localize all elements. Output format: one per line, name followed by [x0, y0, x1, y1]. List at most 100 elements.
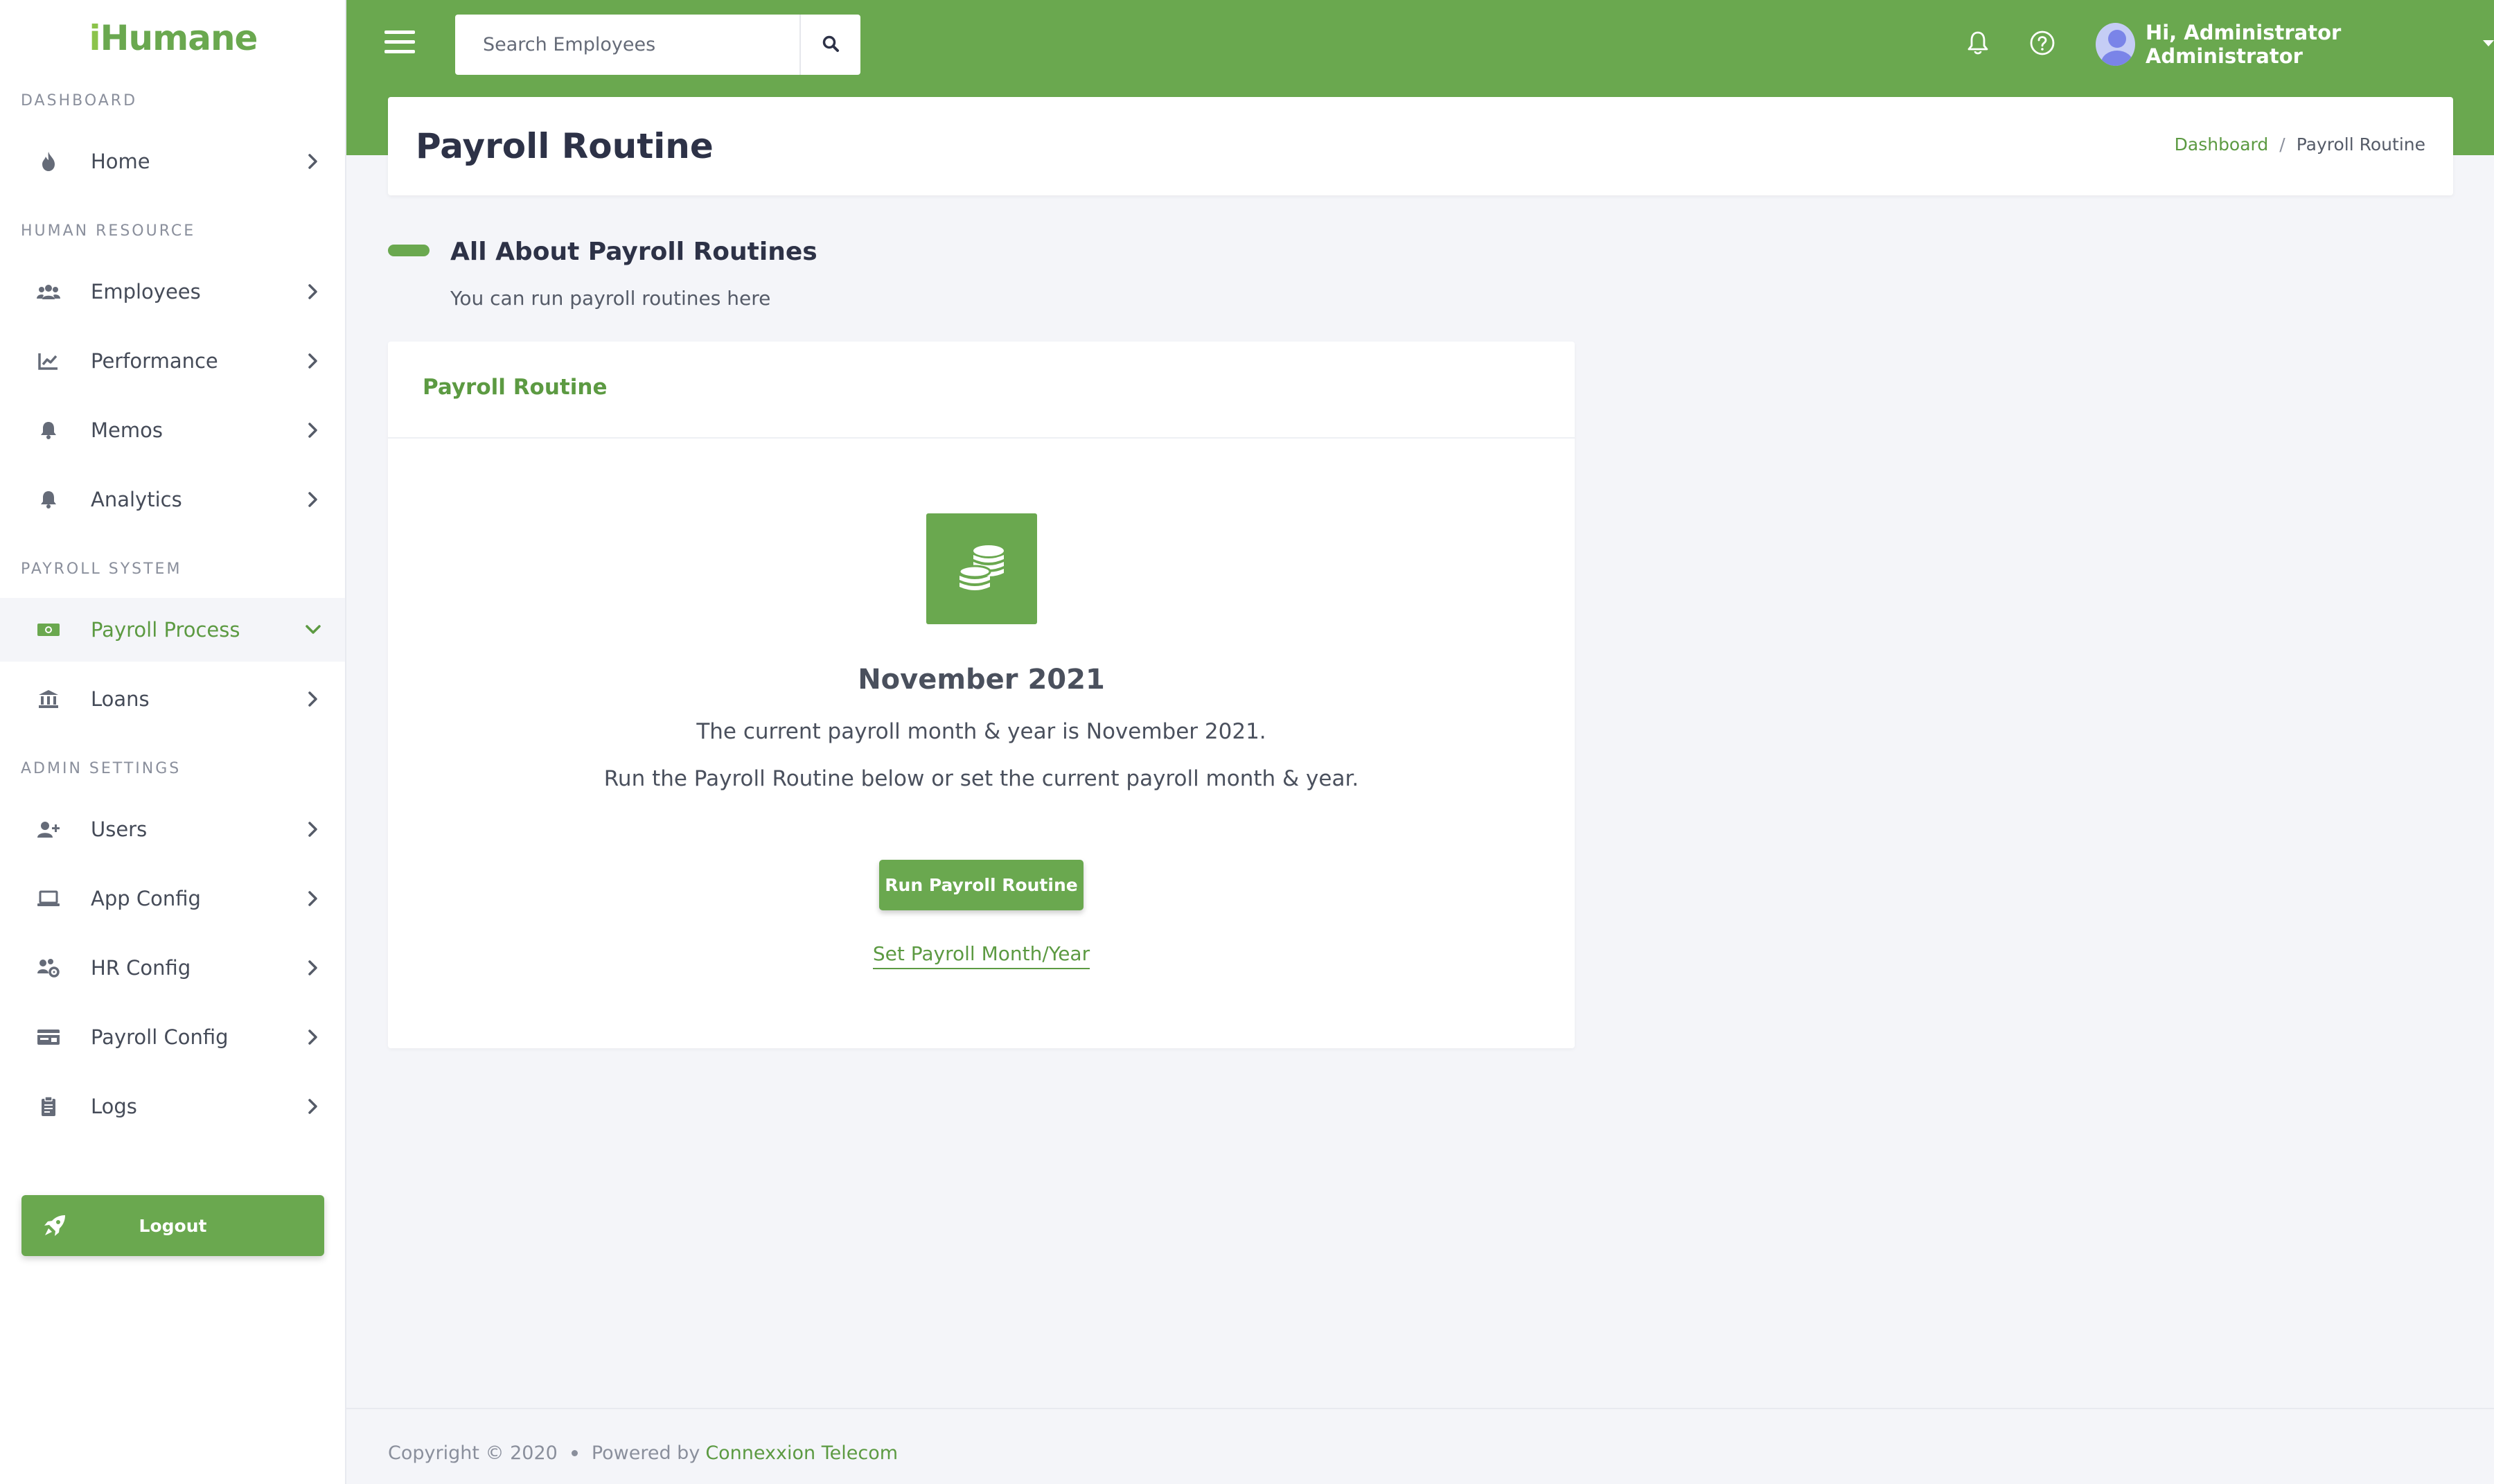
footer-text: Copyright © 2020 Powered by Connexxion T…: [388, 1442, 898, 1464]
hamburger-icon: [384, 40, 415, 44]
help-button[interactable]: [2028, 30, 2056, 58]
chevron-right-icon: [303, 490, 323, 509]
sidebar-item-performance[interactable]: Performance: [0, 329, 345, 393]
breadcrumb-current: Payroll Routine: [2296, 134, 2425, 154]
card-header: Payroll Routine: [388, 342, 1575, 439]
breadcrumb: Dashboard / Payroll Routine: [2175, 134, 2425, 154]
app-logo[interactable]: iHumane: [0, 18, 346, 58]
chevron-right-icon: [303, 958, 323, 978]
set-payroll-month-link[interactable]: Set Payroll Month/Year: [872, 942, 1090, 969]
avatar: [2096, 23, 2135, 66]
help-icon: [2029, 30, 2055, 59]
notifications-button[interactable]: [1964, 30, 1992, 58]
chevron-right-icon: [303, 152, 323, 171]
hamburger-icon: [384, 30, 415, 34]
users-cog-icon: [35, 954, 62, 982]
laptop-icon: [35, 885, 62, 912]
current-month-text: The current payroll month & year is Nove…: [696, 719, 1266, 744]
chevron-down-icon: [303, 620, 323, 639]
sidebar-item-label: Users: [91, 818, 148, 841]
card-title: Payroll Routine: [423, 375, 608, 400]
search-input[interactable]: [455, 15, 799, 75]
sidebar-item-label: Memos: [91, 418, 163, 442]
footer-dot: [571, 1450, 578, 1456]
users-icon: [35, 278, 62, 306]
bell-outline-icon: [1966, 30, 1990, 59]
logout-label: Logout: [139, 1215, 207, 1236]
instruction-text: Run the Payroll Routine below or set the…: [603, 766, 1359, 791]
money-check-icon: [35, 1023, 62, 1051]
logo-prefix: i: [89, 18, 101, 58]
sidebar-item-payroll-process[interactable]: Payroll Process: [0, 598, 345, 662]
section-label-admin-settings: ADMIN SETTINGS: [21, 760, 182, 777]
search-button[interactable]: [801, 15, 860, 75]
logo-text: Humane: [100, 18, 258, 58]
sidebar-item-logs[interactable]: Logs: [0, 1075, 345, 1138]
sidebar-item-memos[interactable]: Memos: [0, 398, 345, 462]
user-menu[interactable]: Hi, Administrator Administrator: [2096, 21, 2494, 68]
menu-toggle-button[interactable]: [384, 30, 415, 57]
page-header: Payroll Routine Dashboard / Payroll Rout…: [388, 97, 2453, 195]
sidebar-item-label: Loans: [91, 687, 150, 711]
sidebar: iHumane DASHBOARD Home HUMAN RESOURCE Em…: [0, 0, 346, 1484]
breadcrumb-link-dashboard[interactable]: Dashboard: [2175, 134, 2269, 154]
sidebar-item-analytics[interactable]: Analytics: [0, 468, 345, 531]
sidebar-item-employees[interactable]: Employees: [0, 260, 345, 324]
company-link[interactable]: Connexxion Telecom: [705, 1442, 898, 1464]
sidebar-item-label: App Config: [91, 887, 201, 910]
chevron-right-icon: [303, 282, 323, 301]
clipboard-icon: [35, 1093, 62, 1120]
chevron-right-icon: [303, 1027, 323, 1047]
caret-down-icon: [2483, 39, 2494, 46]
sidebar-item-label: Logs: [91, 1095, 137, 1118]
user-greeting: Hi, Administrator Administrator: [2145, 21, 2342, 68]
chevron-right-icon: [303, 351, 323, 371]
section-heading: All About Payroll Routines: [450, 238, 817, 266]
logout-button[interactable]: Logout: [21, 1195, 324, 1256]
bell-icon: [35, 416, 62, 444]
sidebar-item-label: Home: [91, 150, 150, 173]
set-link-wrap: Set Payroll Month/Year: [388, 942, 1575, 969]
rocket-icon: [42, 1213, 67, 1238]
search-box: [455, 15, 860, 75]
user-plus-icon: [35, 815, 62, 843]
footer: Copyright © 2020 Powered by Connexxion T…: [346, 1408, 2494, 1484]
fire-icon: [35, 148, 62, 175]
run-payroll-routine-button[interactable]: Run Payroll Routine: [879, 860, 1084, 910]
sidebar-item-label: Payroll Config: [91, 1025, 229, 1049]
search-icon: [822, 35, 840, 55]
section-label-payroll-system: PAYROLL SYSTEM: [21, 560, 182, 578]
sidebar-item-label: Analytics: [91, 488, 182, 511]
sidebar-item-label: Payroll Process: [91, 618, 240, 642]
page-title: Payroll Routine: [416, 126, 714, 166]
chevron-right-icon: [303, 1097, 323, 1116]
powered-by-text: Powered by: [591, 1442, 700, 1464]
coins-icon: [926, 513, 1037, 624]
sidebar-item-app-config[interactable]: App Config: [0, 867, 345, 930]
hamburger-icon: [384, 50, 415, 53]
sidebar-item-label: HR Config: [91, 956, 191, 980]
sidebar-item-payroll-config[interactable]: Payroll Config: [0, 1005, 345, 1069]
payroll-routine-card: Payroll Routine November 2021 The curren…: [388, 342, 1575, 1048]
copyright-text: Copyright © 2020: [388, 1442, 558, 1464]
sidebar-item-label: Performance: [91, 349, 218, 373]
sidebar-item-home[interactable]: Home: [0, 130, 345, 193]
section-subtitle: You can run payroll routines here: [450, 287, 771, 310]
chevron-right-icon: [303, 689, 323, 709]
payroll-month-heading: November 2021: [858, 664, 1105, 696]
money-bill-icon: [35, 616, 62, 644]
sidebar-item-users[interactable]: Users: [0, 797, 345, 861]
chevron-right-icon: [303, 820, 323, 839]
chevron-right-icon: [303, 889, 323, 908]
sidebar-item-hr-config[interactable]: HR Config: [0, 936, 345, 1000]
sidebar-item-loans[interactable]: Loans: [0, 667, 345, 731]
bank-icon: [35, 685, 62, 713]
sidebar-item-label: Employees: [91, 280, 201, 303]
section-label-human-resource: HUMAN RESOURCE: [21, 222, 196, 240]
section-accent: [388, 245, 430, 256]
section-label-dashboard: DASHBOARD: [21, 92, 138, 109]
breadcrumb-separator: /: [2279, 134, 2285, 154]
bell-icon: [35, 486, 62, 513]
chart-line-icon: [35, 347, 62, 375]
chevron-right-icon: [303, 421, 323, 440]
